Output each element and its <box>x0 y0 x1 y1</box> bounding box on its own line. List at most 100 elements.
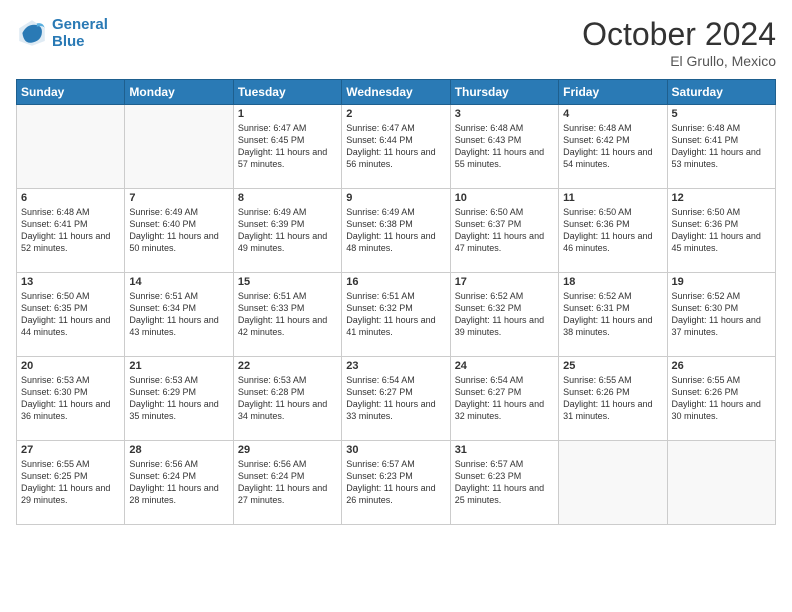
calendar-day-cell: 13Sunrise: 6:50 AM Sunset: 6:35 PM Dayli… <box>17 273 125 357</box>
logo-text: General Blue <box>52 16 108 50</box>
day-number: 29 <box>238 444 337 456</box>
calendar-day-cell: 7Sunrise: 6:49 AM Sunset: 6:40 PM Daylig… <box>125 189 233 273</box>
day-number: 31 <box>455 444 554 456</box>
calendar-day-cell <box>125 105 233 189</box>
calendar-day-cell: 31 Sunrise: 6:57 AM Sunset: 6:23 PM Dayli… <box>450 441 558 525</box>
calendar-week-row: 1 Sunrise: 6:47 AM Sunset: 6:45 PM Daylig… <box>17 105 776 189</box>
calendar-day-cell: 23 Sunrise: 6:54 AM Sunset: 6:27 PM Dayli… <box>342 357 450 441</box>
calendar-week-row: 6 Sunrise: 6:48 AM Sunset: 6:41 PM Daylig… <box>17 189 776 273</box>
day-number: 8 <box>238 192 337 204</box>
calendar-day-cell: 19 Sunrise: 6:52 AM Sunset: 6:30 PM Dayli… <box>667 273 775 357</box>
weekday-header: Sunday <box>17 80 125 105</box>
weekday-header: Monday <box>125 80 233 105</box>
calendar-day-cell: 20Sunrise: 6:53 AM Sunset: 6:30 PM Dayli… <box>17 357 125 441</box>
calendar-day-cell: 24 Sunrise: 6:54 AM Sunset: 6:27 PM Dayli… <box>450 357 558 441</box>
day-number: 5 <box>672 108 771 120</box>
day-number: 26 <box>672 360 771 372</box>
day-number: 19 <box>672 276 771 288</box>
calendar-day-cell: 10Sunrise: 6:50 AM Sunset: 6:37 PM Dayli… <box>450 189 558 273</box>
day-number: 3 <box>455 108 554 120</box>
day-info: Sunrise: 6:50 AM Sunset: 6:36 PM Dayligh… <box>563 206 662 255</box>
day-info: Sunrise: 6:55 AM Sunset: 6:25 PM Dayligh… <box>21 458 120 507</box>
day-info: Sunrise: 6:54 AM Sunset: 6:27 PM Dayligh… <box>346 374 445 423</box>
calendar-day-cell: 29 Sunrise: 6:56 AM Sunset: 6:24 PM Dayli… <box>233 441 341 525</box>
day-number: 7 <box>129 192 228 204</box>
calendar-body: 1 Sunrise: 6:47 AM Sunset: 6:45 PM Daylig… <box>17 105 776 525</box>
day-number: 28 <box>129 444 228 456</box>
calendar-day-cell: 9 Sunrise: 6:49 AM Sunset: 6:38 PM Daylig… <box>342 189 450 273</box>
calendar-day-cell: 17 Sunrise: 6:52 AM Sunset: 6:32 PM Dayli… <box>450 273 558 357</box>
day-number: 9 <box>346 192 445 204</box>
logo: General Blue <box>16 16 108 50</box>
month-title: October 2024 <box>582 16 776 53</box>
calendar-day-cell: 4Sunrise: 6:48 AM Sunset: 6:42 PM Daylig… <box>559 105 667 189</box>
day-info: Sunrise: 6:54 AM Sunset: 6:27 PM Dayligh… <box>455 374 554 423</box>
day-info: Sunrise: 6:48 AM Sunset: 6:41 PM Dayligh… <box>21 206 120 255</box>
day-info: Sunrise: 6:55 AM Sunset: 6:26 PM Dayligh… <box>563 374 662 423</box>
calendar-day-cell: 6 Sunrise: 6:48 AM Sunset: 6:41 PM Daylig… <box>17 189 125 273</box>
weekday-header: Tuesday <box>233 80 341 105</box>
day-number: 17 <box>455 276 554 288</box>
calendar-day-cell <box>559 441 667 525</box>
day-info: Sunrise: 6:51 AM Sunset: 6:32 PM Dayligh… <box>346 290 445 339</box>
day-info: Sunrise: 6:50 AM Sunset: 6:37 PM Dayligh… <box>455 206 554 255</box>
day-number: 6 <box>21 192 120 204</box>
calendar-day-cell: 12Sunrise: 6:50 AM Sunset: 6:36 PM Dayli… <box>667 189 775 273</box>
calendar-week-row: 20Sunrise: 6:53 AM Sunset: 6:30 PM Dayli… <box>17 357 776 441</box>
day-info: Sunrise: 6:49 AM Sunset: 6:38 PM Dayligh… <box>346 206 445 255</box>
calendar-day-cell: 14 Sunrise: 6:51 AM Sunset: 6:34 PM Dayli… <box>125 273 233 357</box>
day-info: Sunrise: 6:51 AM Sunset: 6:33 PM Dayligh… <box>238 290 337 339</box>
day-info: Sunrise: 6:51 AM Sunset: 6:34 PM Dayligh… <box>129 290 228 339</box>
day-info: Sunrise: 6:57 AM Sunset: 6:23 PM Dayligh… <box>346 458 445 507</box>
day-number: 22 <box>238 360 337 372</box>
day-info: Sunrise: 6:49 AM Sunset: 6:39 PM Dayligh… <box>238 206 337 255</box>
weekday-header: Friday <box>559 80 667 105</box>
calendar-week-row: 13Sunrise: 6:50 AM Sunset: 6:35 PM Dayli… <box>17 273 776 357</box>
day-info: Sunrise: 6:52 AM Sunset: 6:31 PM Dayligh… <box>563 290 662 339</box>
weekday-header-row: SundayMondayTuesdayWednesdayThursdayFrid… <box>17 80 776 105</box>
day-number: 23 <box>346 360 445 372</box>
weekday-header: Thursday <box>450 80 558 105</box>
day-info: Sunrise: 6:53 AM Sunset: 6:30 PM Dayligh… <box>21 374 120 423</box>
calendar-day-cell: 15 Sunrise: 6:51 AM Sunset: 6:33 PM Dayli… <box>233 273 341 357</box>
calendar-day-cell: 22 Sunrise: 6:53 AM Sunset: 6:28 PM Dayli… <box>233 357 341 441</box>
day-info: Sunrise: 6:47 AM Sunset: 6:45 PM Dayligh… <box>238 122 337 171</box>
calendar-day-cell: 30 Sunrise: 6:57 AM Sunset: 6:23 PM Dayli… <box>342 441 450 525</box>
calendar-day-cell: 1 Sunrise: 6:47 AM Sunset: 6:45 PM Daylig… <box>233 105 341 189</box>
calendar-day-cell <box>17 105 125 189</box>
day-number: 2 <box>346 108 445 120</box>
calendar-day-cell: 3 Sunrise: 6:48 AM Sunset: 6:43 PM Daylig… <box>450 105 558 189</box>
day-info: Sunrise: 6:53 AM Sunset: 6:29 PM Dayligh… <box>129 374 228 423</box>
day-number: 13 <box>21 276 120 288</box>
calendar-day-cell: 16 Sunrise: 6:51 AM Sunset: 6:32 PM Dayli… <box>342 273 450 357</box>
location-subtitle: El Grullo, Mexico <box>582 53 776 69</box>
calendar-day-cell: 21Sunrise: 6:53 AM Sunset: 6:29 PM Dayli… <box>125 357 233 441</box>
calendar-day-cell: 2Sunrise: 6:47 AM Sunset: 6:44 PM Daylig… <box>342 105 450 189</box>
calendar-day-cell: 5 Sunrise: 6:48 AM Sunset: 6:41 PM Daylig… <box>667 105 775 189</box>
page-container: General Blue October 2024 El Grullo, Mex… <box>0 0 792 612</box>
calendar-day-cell: 18Sunrise: 6:52 AM Sunset: 6:31 PM Dayli… <box>559 273 667 357</box>
calendar-day-cell: 11Sunrise: 6:50 AM Sunset: 6:36 PM Dayli… <box>559 189 667 273</box>
day-info: Sunrise: 6:52 AM Sunset: 6:30 PM Dayligh… <box>672 290 771 339</box>
day-info: Sunrise: 6:52 AM Sunset: 6:32 PM Dayligh… <box>455 290 554 339</box>
day-number: 25 <box>563 360 662 372</box>
day-number: 15 <box>238 276 337 288</box>
day-info: Sunrise: 6:53 AM Sunset: 6:28 PM Dayligh… <box>238 374 337 423</box>
day-number: 27 <box>21 444 120 456</box>
day-number: 16 <box>346 276 445 288</box>
day-info: Sunrise: 6:57 AM Sunset: 6:23 PM Dayligh… <box>455 458 554 507</box>
day-number: 1 <box>238 108 337 120</box>
day-info: Sunrise: 6:48 AM Sunset: 6:41 PM Dayligh… <box>672 122 771 171</box>
weekday-header: Saturday <box>667 80 775 105</box>
day-info: Sunrise: 6:56 AM Sunset: 6:24 PM Dayligh… <box>238 458 337 507</box>
day-number: 24 <box>455 360 554 372</box>
title-block: October 2024 El Grullo, Mexico <box>582 16 776 69</box>
day-number: 30 <box>346 444 445 456</box>
day-info: Sunrise: 6:55 AM Sunset: 6:26 PM Dayligh… <box>672 374 771 423</box>
calendar-day-cell: 28Sunrise: 6:56 AM Sunset: 6:24 PM Dayli… <box>125 441 233 525</box>
header: General Blue October 2024 El Grullo, Mex… <box>16 16 776 69</box>
day-info: Sunrise: 6:48 AM Sunset: 6:43 PM Dayligh… <box>455 122 554 171</box>
calendar-week-row: 27 Sunrise: 6:55 AM Sunset: 6:25 PM Dayli… <box>17 441 776 525</box>
calendar-day-cell: 26 Sunrise: 6:55 AM Sunset: 6:26 PM Dayli… <box>667 357 775 441</box>
day-number: 14 <box>129 276 228 288</box>
